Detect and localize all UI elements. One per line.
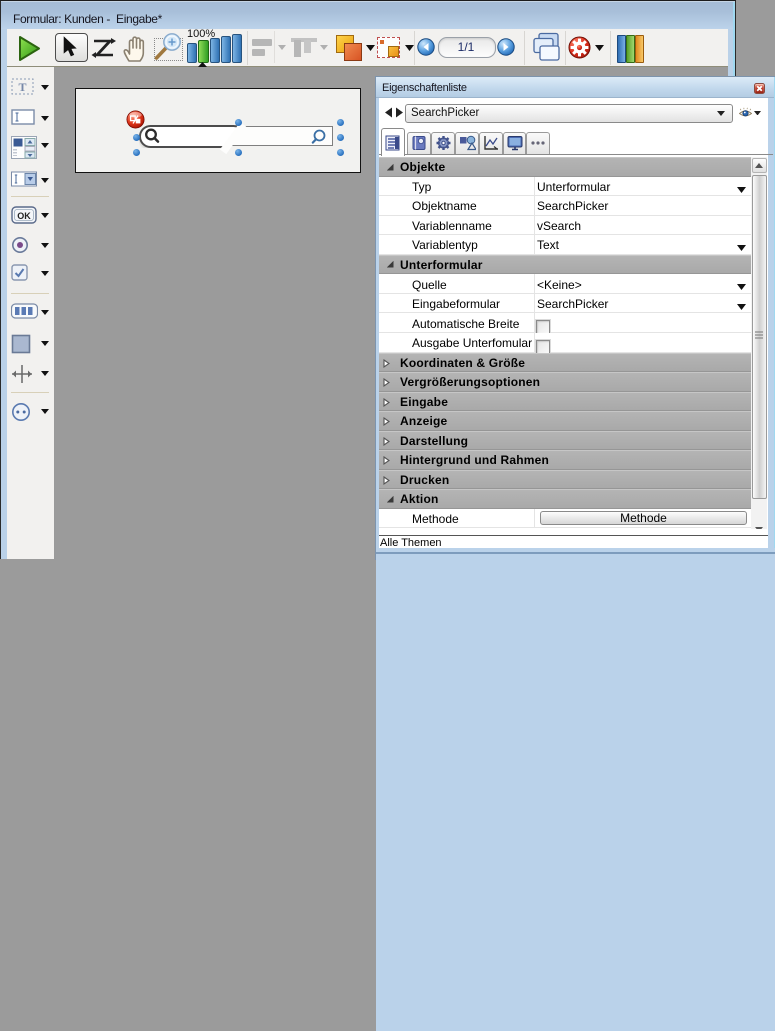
svg-text:T: T <box>18 80 26 94</box>
svg-text:OK: OK <box>17 211 31 221</box>
